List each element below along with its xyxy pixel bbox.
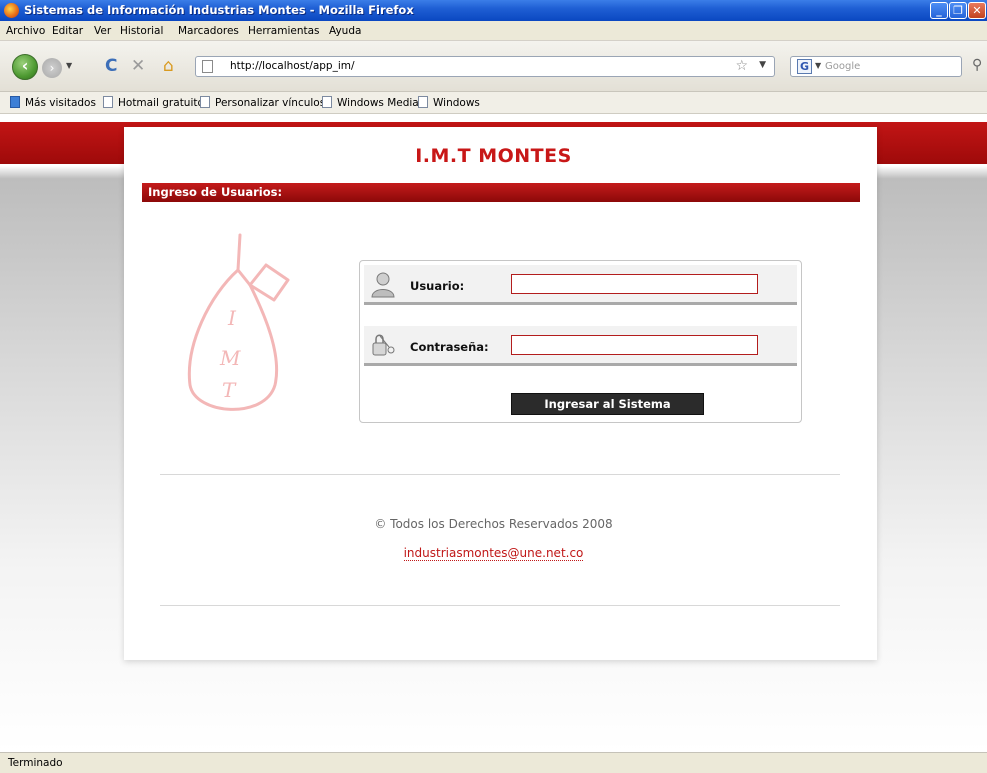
watermark-letter-m: M	[219, 346, 241, 370]
user-input[interactable]	[511, 274, 758, 294]
forward-arrow-icon[interactable]: ›	[42, 58, 62, 78]
section-header: Ingreso de Usuarios:	[142, 183, 860, 202]
login-submit-button[interactable]: Ingresar al Sistema	[511, 393, 704, 415]
close-button[interactable]: ✕	[968, 2, 986, 19]
stop-icon[interactable]: ✕	[131, 56, 145, 76]
login-form: Usuario: Contraseña: Ingresar al Sistema	[359, 260, 802, 423]
email-container: industriasmontes@une.net.co	[0, 546, 987, 561]
url-text[interactable]: http://localhost/app_im/	[230, 60, 355, 72]
window-titlebar: Sistemas de Información Industrias Monte…	[0, 0, 987, 21]
menu-marcadores[interactable]: Marcadores	[178, 25, 239, 37]
bookmark-personalizar[interactable]: Personalizar vínculos	[200, 96, 325, 109]
search-icon[interactable]: ⚲	[972, 57, 982, 73]
search-placeholder[interactable]: Google	[825, 61, 860, 72]
menu-historial[interactable]: Historial	[120, 25, 163, 37]
url-dropdown-icon[interactable]: ▼	[759, 60, 766, 70]
navigation-toolbar: ‹ › ▼ C ✕ ⌂ http://localhost/app_im/ ☆ ▼…	[0, 41, 987, 92]
bookmark-mas-visitados[interactable]: Más visitados	[10, 96, 96, 109]
reload-icon[interactable]: C	[105, 56, 117, 76]
section-title: Ingreso de Usuarios:	[148, 185, 283, 199]
menu-editar[interactable]: Editar	[52, 25, 83, 37]
page-icon	[202, 60, 213, 73]
bookmark-windows-media[interactable]: Windows Media	[322, 96, 419, 109]
bookmarks-bar: Más visitados Hotmail gratuito Personali…	[0, 92, 987, 114]
url-bar[interactable]: http://localhost/app_im/ ☆ ▼	[195, 56, 775, 77]
menu-ver[interactable]: Ver	[94, 25, 111, 37]
watermark-letter-t: T	[222, 378, 237, 402]
folder-icon	[10, 96, 20, 108]
user-row: Usuario:	[364, 265, 797, 305]
divider	[160, 605, 840, 606]
padlock-key-icon	[372, 334, 395, 356]
page-icon	[322, 96, 332, 108]
google-engine-icon[interactable]: G	[797, 59, 812, 74]
engine-dropdown-icon[interactable]: ▼	[815, 61, 821, 70]
window-title: Sistemas de Información Industrias Monte…	[24, 3, 414, 17]
password-label: Contraseña:	[410, 340, 489, 354]
page-icon	[418, 96, 428, 108]
menu-herramientas[interactable]: Herramientas	[248, 25, 320, 37]
site-logo-title: I.M.T MONTES	[415, 145, 572, 167]
page-icon	[200, 96, 210, 108]
maximize-button[interactable]: ❐	[949, 2, 967, 19]
back-arrow-icon[interactable]: ‹	[12, 54, 38, 80]
bookmark-star-icon[interactable]: ☆	[735, 58, 748, 74]
status-text: Terminado	[8, 757, 63, 769]
watermark-letter-i: I	[227, 306, 237, 330]
search-bar[interactable]: G ▼ Google	[790, 56, 962, 77]
user-icon	[371, 272, 395, 298]
minimize-button[interactable]: _	[930, 2, 948, 19]
money-bag-watermark-icon: I M T	[187, 233, 290, 411]
menu-archivo[interactable]: Archivo	[6, 25, 45, 37]
bookmark-windows[interactable]: Windows	[418, 96, 480, 109]
divider	[160, 474, 840, 475]
page-icon	[103, 96, 113, 108]
menu-ayuda[interactable]: Ayuda	[329, 25, 361, 37]
firefox-logo-icon	[4, 3, 19, 18]
bookmark-hotmail[interactable]: Hotmail gratuito	[103, 96, 204, 109]
history-dropdown-icon[interactable]: ▼	[66, 61, 72, 70]
password-input[interactable]	[511, 335, 758, 355]
menu-bar: Archivo Editar Ver Historial Marcadores …	[0, 21, 987, 41]
home-icon[interactable]: ⌂	[163, 56, 174, 76]
status-bar: Terminado	[0, 752, 987, 773]
password-row: Contraseña:	[364, 326, 797, 366]
user-label: Usuario:	[410, 279, 465, 293]
copyright-text: © Todos los Derechos Reservados 2008	[374, 517, 613, 531]
email-link[interactable]: industriasmontes@une.net.co	[403, 546, 584, 561]
